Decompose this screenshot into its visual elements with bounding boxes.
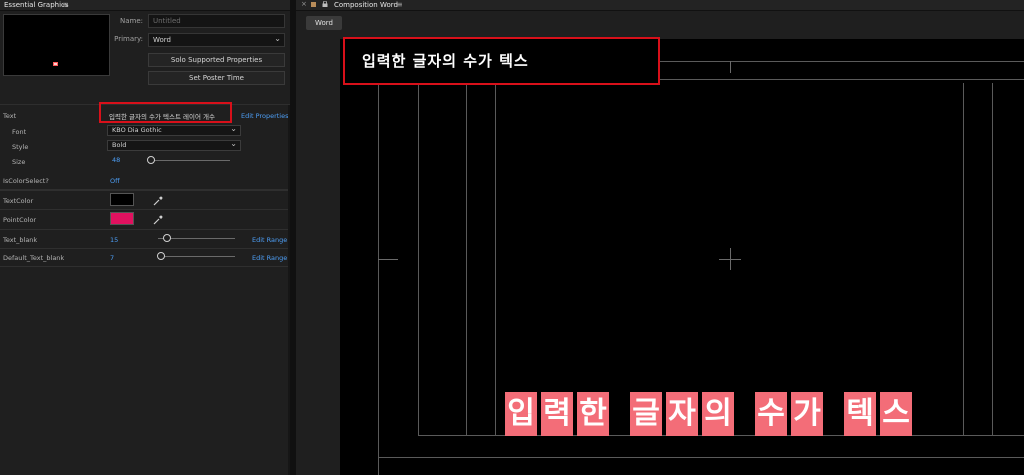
- font-dropdown-value: KBO Dia Gothic: [112, 126, 162, 134]
- glyph-box: 력: [541, 392, 573, 436]
- text-property-label: Text: [3, 112, 17, 120]
- name-label: Name:: [119, 17, 143, 25]
- font-label: Font: [12, 128, 27, 136]
- default-text-blank-row: Default_Text_blank 7 Edit Range: [0, 249, 288, 267]
- is-color-select-row: IsColorSelect? Off: [0, 172, 288, 191]
- safe-area-guide: [495, 79, 496, 435]
- hamburger-menu-icon[interactable]: ≡: [396, 0, 403, 9]
- font-dropdown[interactable]: KBO Dia Gothic ⌄: [107, 124, 241, 136]
- chevron-down-icon: ⌄: [274, 34, 281, 43]
- primary-select-value: Word: [153, 36, 171, 44]
- safe-area-guide: [963, 83, 964, 435]
- glyph-box: 한: [577, 392, 609, 436]
- preview-text-top: 입력한 글자의 수가 텍스: [362, 52, 529, 70]
- glyph-box: 수: [755, 392, 787, 436]
- panel-header: Essential Graphics ≡: [0, 0, 290, 11]
- safe-area-guide: [378, 457, 1024, 458]
- primary-label: Primary:: [114, 35, 143, 43]
- text-blank-value[interactable]: 15: [110, 236, 118, 244]
- glyph-box: 텍: [844, 392, 876, 436]
- safe-area-guide: [992, 83, 993, 435]
- size-slider-knob[interactable]: [147, 156, 155, 164]
- glyph-box: 자: [666, 392, 698, 436]
- template-thumbnail: [3, 14, 110, 76]
- eyedropper-icon[interactable]: [152, 195, 164, 207]
- default-text-blank-slider-knob[interactable]: [157, 252, 165, 260]
- solo-supported-properties-button[interactable]: Solo Supported Properties: [148, 53, 285, 67]
- size-label: Size: [12, 158, 26, 166]
- thumbnail-marker: [53, 62, 58, 66]
- primary-select[interactable]: Word ⌄: [148, 33, 285, 47]
- text-blank-label: Text_blank: [3, 236, 38, 244]
- is-color-select-label: IsColorSelect?: [3, 177, 49, 185]
- glyph-space: [613, 392, 626, 436]
- default-text-blank-slider-track[interactable]: [158, 256, 235, 257]
- composition-tab-title[interactable]: Composition Word: [334, 1, 398, 9]
- default-text-blank-label: Default_Text_blank: [3, 254, 65, 262]
- glyph-box: 입: [505, 392, 537, 436]
- default-text-blank-value[interactable]: 7: [110, 254, 114, 262]
- center-crosshair: [730, 248, 731, 270]
- chevron-down-icon: ⌄: [230, 124, 237, 133]
- style-label: Style: [12, 143, 29, 151]
- essential-graphics-panel: Essential Graphics ≡ Name: Untitled Prim…: [0, 0, 290, 475]
- point-color-label: PointColor: [3, 216, 37, 224]
- composition-breadcrumb-tab[interactable]: Word: [306, 16, 342, 30]
- panel-title: Essential Graphics: [4, 1, 69, 9]
- composition-panel-header: × Composition Word ≡: [296, 0, 1024, 11]
- is-color-select-toggle[interactable]: Off: [110, 177, 120, 185]
- hamburger-menu-icon[interactable]: ≡: [62, 0, 69, 9]
- text-property-value[interactable]: 입력한 글자의 수가 텍스트 레이어 개수: [109, 111, 215, 121]
- rendered-word-glyphs[interactable]: 입력한글자의수가텍스: [505, 392, 912, 436]
- text-blank-row: Text_blank 15 Edit Range: [0, 230, 288, 249]
- text-blank-slider-knob[interactable]: [163, 234, 171, 242]
- edit-range-link[interactable]: Edit Range: [252, 236, 287, 244]
- glyph-box: 글: [630, 392, 662, 436]
- safe-area-guide: [418, 79, 419, 435]
- left-crosshair: [378, 259, 398, 260]
- style-dropdown-value: Bold: [112, 141, 127, 149]
- set-poster-time-button[interactable]: Set Poster Time: [148, 71, 285, 85]
- edit-properties-link[interactable]: Edit Properties: [241, 112, 289, 120]
- style-dropdown[interactable]: Bold ⌄: [107, 139, 241, 151]
- text-color-swatch[interactable]: [110, 193, 134, 206]
- safe-area-guide: [466, 79, 467, 435]
- glyph-box: 스: [880, 392, 912, 436]
- glyph-space: [738, 392, 751, 436]
- safe-area-guide: [378, 61, 379, 475]
- name-input[interactable]: Untitled: [148, 14, 285, 28]
- lock-icon[interactable]: [322, 1, 328, 7]
- top-crosshair: [730, 61, 731, 73]
- glyph-box: 가: [791, 392, 823, 436]
- size-value[interactable]: 48: [112, 156, 120, 164]
- point-color-swatch[interactable]: [110, 212, 134, 225]
- edit-range-link[interactable]: Edit Range: [252, 254, 287, 262]
- label-color-swatch: [311, 2, 316, 7]
- text-color-label: TextColor: [3, 197, 34, 205]
- eyedropper-icon[interactable]: [152, 214, 164, 226]
- point-color-row: PointColor: [0, 210, 288, 230]
- chevron-down-icon: ⌄: [230, 139, 237, 148]
- glyph-box: 의: [702, 392, 734, 436]
- size-slider-track[interactable]: [148, 160, 230, 161]
- glyph-space: [827, 392, 840, 436]
- close-icon[interactable]: ×: [301, 0, 307, 8]
- text-color-row: TextColor: [0, 191, 288, 210]
